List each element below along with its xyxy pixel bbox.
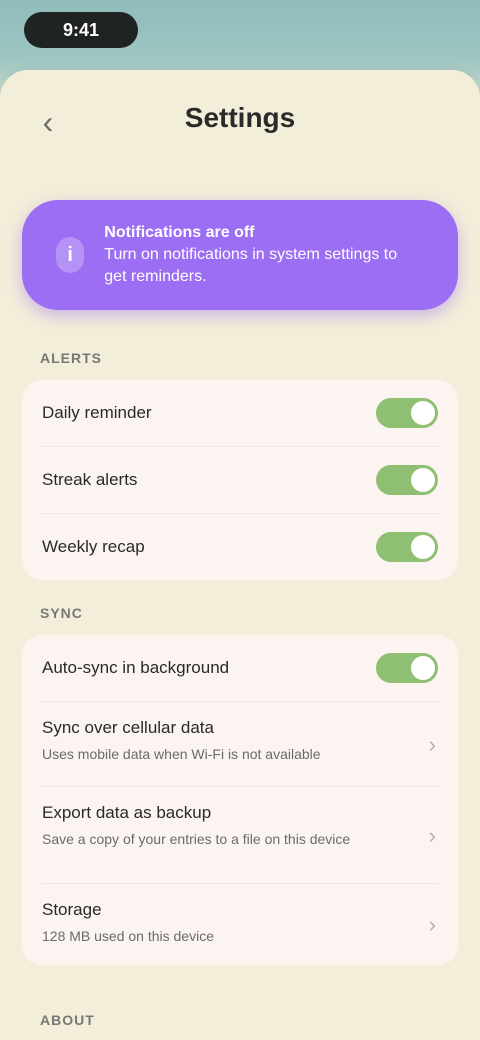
section-label-alerts: ALERTS <box>40 350 102 366</box>
toggle-knob <box>411 468 435 492</box>
row-label: Daily reminder <box>42 403 152 422</box>
weekly-recap-toggle[interactable] <box>376 532 438 562</box>
section-label-about: ABOUT <box>40 1012 95 1028</box>
chevron-right-icon: › <box>428 912 436 937</box>
toggle-knob <box>411 656 435 680</box>
row-subtitle: 128 MB used on this device <box>42 928 214 944</box>
toggle-knob <box>411 401 435 425</box>
section-label-sync: SYNC <box>40 605 83 621</box>
row-auto-sync[interactable]: Auto-sync in background <box>22 635 458 701</box>
row-storage[interactable]: Storage 128 MB used on this device › <box>22 884 458 964</box>
row-subtitle: Save a copy of your entries to a file on… <box>42 831 351 847</box>
row-daily-reminder[interactable]: Daily reminder <box>22 380 458 446</box>
row-weekly-recap[interactable]: Weekly recap <box>22 514 458 580</box>
settings-sheet: ‹ Settings i Notifications are off Turn … <box>0 70 480 1040</box>
row-label: Export data as backup <box>42 803 212 822</box>
row-label: Streak alerts <box>42 470 138 489</box>
status-time: 9:41 <box>62 19 100 40</box>
notification-banner[interactable]: i Notifications are off Turn on notifica… <box>22 200 458 310</box>
row-subtitle: Uses mobile data when Wi-Fi is not avail… <box>42 746 321 762</box>
row-label: Storage <box>42 900 102 919</box>
row-export-backup[interactable]: Export data as backup Save a copy of you… <box>22 787 458 883</box>
row-streak-alerts[interactable]: Streak alerts <box>22 447 458 513</box>
row-label: Auto-sync in background <box>42 658 230 677</box>
alerts-card: Daily reminder Streak alerts Weekly reca… <box>22 380 458 580</box>
header: ‹ Settings <box>0 70 480 170</box>
banner-text: Notifications are off Turn on notificati… <box>104 222 418 288</box>
chevron-right-icon: › <box>428 823 436 848</box>
banner-body: Turn on notifications in system settings… <box>104 246 398 285</box>
auto-sync-toggle[interactable] <box>376 653 438 683</box>
row-cellular-sync[interactable]: Sync over cellular data Uses mobile data… <box>22 702 458 786</box>
streak-alerts-toggle[interactable] <box>376 465 438 495</box>
row-label: Sync over cellular data <box>42 718 214 737</box>
toggle-knob <box>411 535 435 559</box>
info-icon: i <box>56 237 85 273</box>
chevron-right-icon: › <box>428 732 436 757</box>
page-title: Settings <box>184 102 296 133</box>
sync-card: Auto-sync in background Sync over cellul… <box>22 635 458 965</box>
status-time-pill: 9:41 <box>24 12 138 48</box>
daily-reminder-toggle[interactable] <box>376 398 438 428</box>
banner-title: Notifications are off <box>104 224 255 241</box>
row-label: Weekly recap <box>42 537 145 556</box>
